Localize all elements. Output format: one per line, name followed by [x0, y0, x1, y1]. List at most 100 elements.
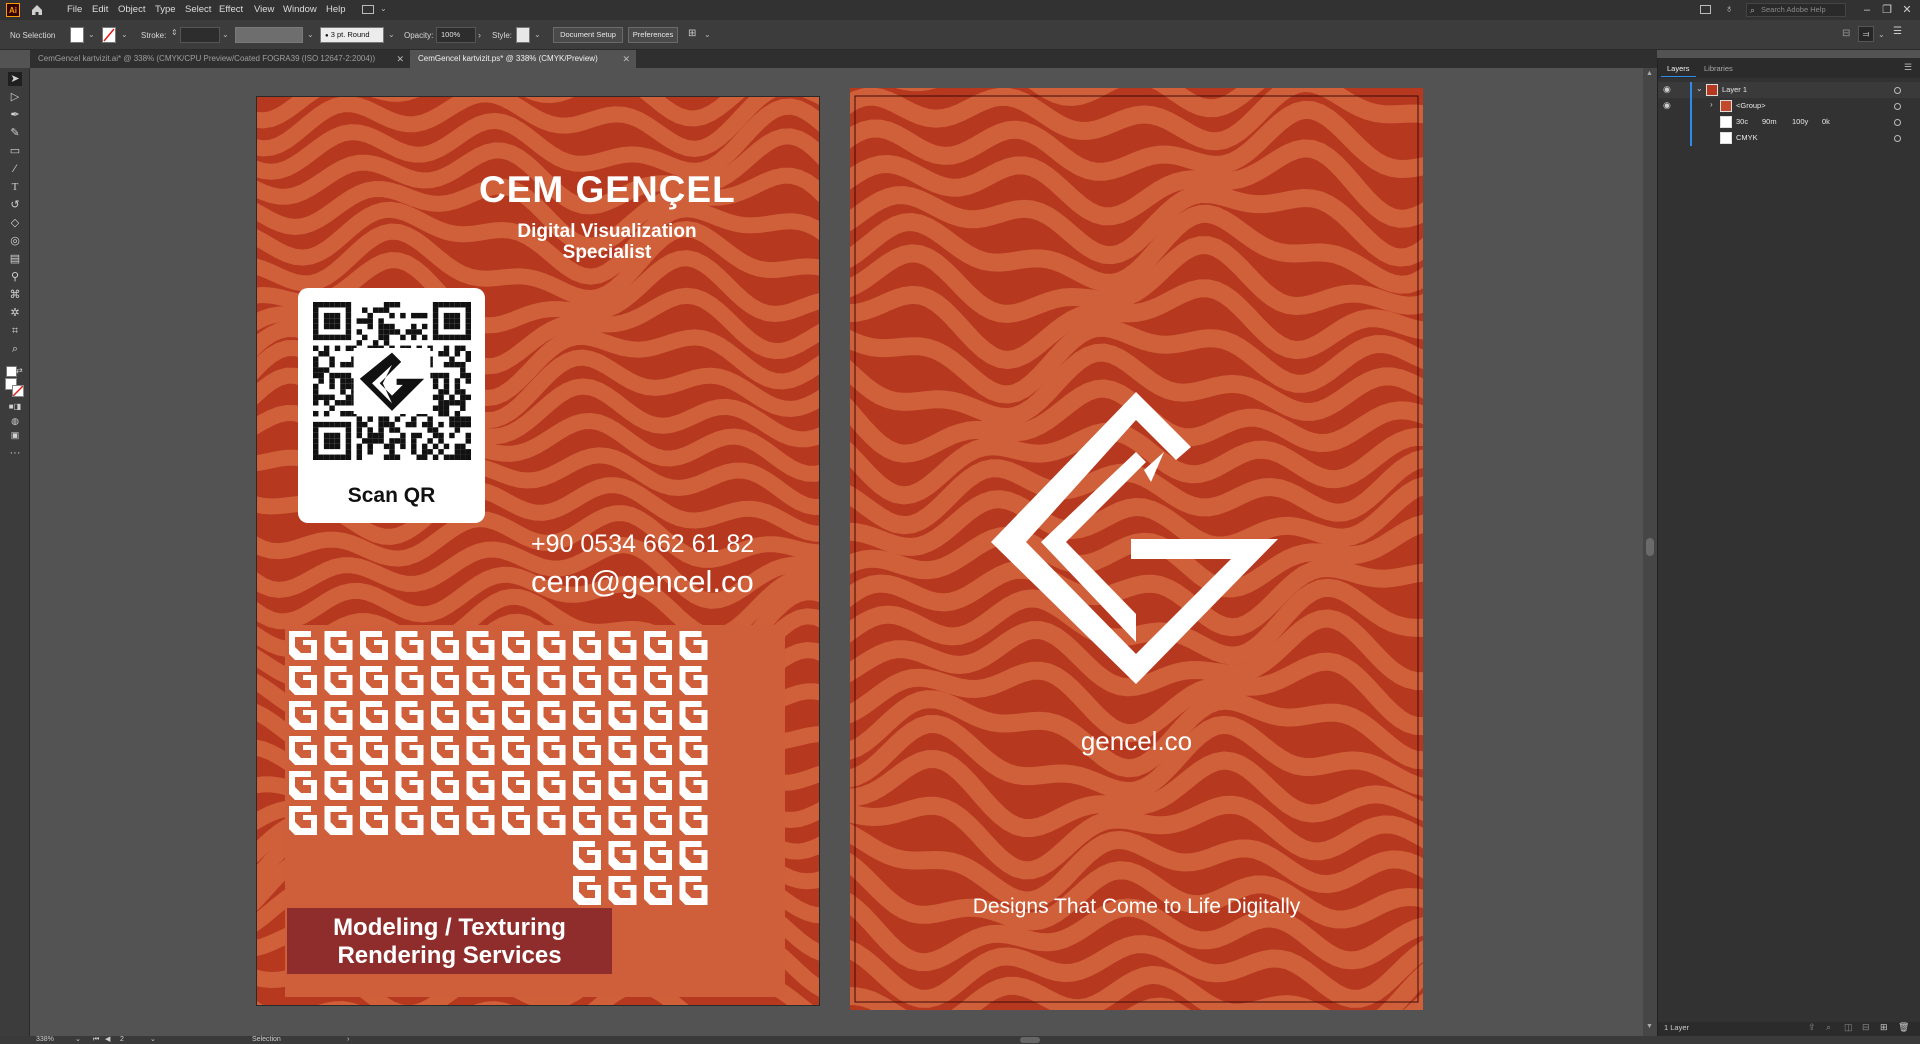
close-icon[interactable]: ✕ [622, 50, 630, 68]
chevron-down-icon[interactable]: ⌄ [222, 30, 229, 39]
layer-name[interactable]: <Group> [1736, 98, 1766, 114]
chevron-down-icon[interactable]: ⌄ [1878, 30, 1885, 39]
layer-row-cmyk[interactable]: CMYK [1658, 130, 1920, 146]
tab-libraries[interactable]: Libraries [1698, 62, 1739, 76]
color-mode-icon[interactable]: ■◨ [8, 400, 22, 414]
eye-icon[interactable]: ◉ [1663, 84, 1671, 95]
locate-object-icon[interactable]: ⌕ [1826, 1022, 1831, 1033]
align-icon[interactable]: ⊞ [688, 28, 696, 39]
chevron-right-icon[interactable]: › [347, 1036, 349, 1044]
zoom-tool-icon[interactable]: ⌕ [8, 342, 22, 356]
chevron-down-icon[interactable]: ⌄ [75, 1036, 81, 1044]
horizontal-scroll-thumb[interactable] [1020, 1037, 1040, 1043]
graphic-style-swatch[interactable] [516, 27, 530, 43]
chevron-right-icon[interactable]: › [1710, 100, 1713, 109]
selection-tool-icon[interactable]: ➤ [8, 72, 22, 86]
align-to-icon[interactable]: ⫤ [1858, 26, 1874, 42]
artboard-tool-icon[interactable]: ⌗ [8, 324, 22, 338]
layer-name[interactable]: CMYK [1736, 130, 1758, 146]
panel-menu-icon[interactable]: ☰ [1904, 62, 1912, 73]
stroke-stepper-icon[interactable]: ⇕ [171, 28, 178, 37]
blend-tool-icon[interactable]: ⌘ [8, 288, 22, 302]
chevron-down-icon[interactable]: ⌄ [704, 30, 711, 39]
prev-artboard-icon[interactable]: ◀ [105, 1036, 110, 1044]
chevron-down-icon[interactable]: ⌄ [150, 1036, 156, 1044]
chevron-down-icon[interactable]: ⌄ [307, 30, 314, 39]
rectangle-tool-icon[interactable]: ▭ [8, 144, 22, 158]
close-icon[interactable]: ✕ [1900, 3, 1914, 17]
home-icon[interactable] [30, 3, 44, 17]
minimize-icon[interactable]: – [1860, 3, 1874, 17]
stroke-swatch[interactable] [102, 27, 116, 43]
menu-view[interactable]: View [254, 4, 274, 15]
shape-builder-tool-icon[interactable]: ◎ [8, 234, 22, 248]
lightbulb-icon[interactable]: ♁ [1725, 3, 1733, 15]
paintbrush-tool-icon[interactable]: ⁄ [8, 162, 22, 176]
layer-row-group[interactable]: ◉ › <Group> [1658, 98, 1920, 114]
swap-colors-icon[interactable]: ⇄ [16, 366, 23, 375]
more-tools-icon[interactable]: ··· [8, 446, 22, 460]
scroll-down-icon[interactable]: ▼ [1646, 1023, 1653, 1030]
menu-edit[interactable]: Edit [92, 4, 108, 15]
target-icon[interactable] [1894, 87, 1901, 94]
opacity-input[interactable]: 100% [436, 27, 476, 43]
export-icon[interactable]: ⇪ [1808, 1022, 1816, 1033]
delete-icon[interactable]: 🗑 [1898, 1022, 1909, 1033]
zoom-level[interactable]: 338% [36, 1036, 54, 1044]
menu-effect[interactable]: Effect [219, 4, 243, 15]
layer-name[interactable]: 30c [1736, 114, 1748, 130]
clipping-mask-icon[interactable]: ◫ [1844, 1022, 1853, 1033]
help-search-field[interactable]: ⌕ Search Adobe Help [1746, 3, 1846, 17]
menu-window[interactable]: Window [283, 4, 317, 15]
stroke-weight-input[interactable] [180, 27, 220, 43]
chevron-down-icon[interactable]: ⌄ [1696, 84, 1703, 93]
target-icon[interactable] [1894, 119, 1901, 126]
artboard-number[interactable]: 2 [120, 1036, 124, 1044]
artboard-back[interactable]: gencel.co Designs That Come to Life Digi… [850, 88, 1423, 1010]
curvature-tool-icon[interactable]: ✎ [8, 126, 22, 140]
draw-mode-icon[interactable]: ◍ [8, 414, 22, 428]
close-icon[interactable]: ✕ [396, 50, 404, 68]
tab-layers[interactable]: Layers [1661, 62, 1696, 77]
document-setup-button[interactable]: Document Setup [553, 27, 623, 43]
artboard-front[interactable]: CEM GENÇEL Digital Visualization Special… [256, 96, 820, 1006]
stroke-swatch-large[interactable] [12, 385, 24, 397]
tab-document-ai[interactable]: CemGencel kartvizit.ai* @ 338% (CMYK/CPU… [30, 50, 410, 68]
workspace-switcher-icon[interactable] [362, 5, 374, 14]
menu-help[interactable]: Help [326, 4, 346, 15]
gradient-tool-icon[interactable]: ▤ [8, 252, 22, 266]
chevron-down-icon[interactable]: ⌄ [388, 30, 395, 39]
panel-menu-icon[interactable]: ☰ [1893, 26, 1902, 37]
eye-icon[interactable]: ◉ [1663, 100, 1671, 111]
first-artboard-icon[interactable]: ⏮ [93, 1036, 99, 1044]
distribute-icon[interactable]: ⊟ [1842, 28, 1850, 39]
chevron-down-icon[interactable]: ⌄ [380, 4, 387, 13]
eraser-tool-icon[interactable]: ◇ [8, 216, 22, 230]
restore-icon[interactable]: ❐ [1880, 3, 1894, 17]
direct-selection-tool-icon[interactable]: ▷ [8, 90, 22, 104]
rotate-tool-icon[interactable]: ↺ [8, 198, 22, 212]
layer-row-color-text[interactable]: 30c 90m 100y 0k [1658, 114, 1920, 130]
tab-document-ps[interactable]: CemGencel kartvizit.ps* @ 338% (CMYK/Pre… [410, 50, 636, 68]
chevron-right-icon[interactable]: › [478, 30, 481, 40]
screen-mode-icon[interactable]: ▣ [8, 428, 22, 442]
symbol-sprayer-tool-icon[interactable]: ✲ [8, 306, 22, 320]
menu-file[interactable]: File [67, 4, 82, 15]
chevron-down-icon[interactable]: ⌄ [88, 30, 95, 39]
scroll-up-icon[interactable]: ▲ [1646, 70, 1653, 77]
scroll-thumb[interactable] [1646, 538, 1654, 556]
target-icon[interactable] [1894, 135, 1901, 142]
chevron-down-icon[interactable]: ⌄ [121, 30, 128, 39]
menu-object[interactable]: Object [118, 4, 145, 15]
preferences-button[interactable]: Preferences [628, 27, 678, 43]
pen-tool-icon[interactable]: ✒ [8, 108, 22, 122]
arrange-documents-icon[interactable] [1700, 5, 1711, 14]
eyedropper-tool-icon[interactable]: ⚲ [8, 270, 22, 284]
fill-swatch[interactable] [70, 27, 84, 43]
chevron-down-icon[interactable]: ⌄ [534, 30, 541, 39]
layer-row-layer1[interactable]: ◉ ⌄ Layer 1 [1658, 82, 1920, 98]
type-tool-icon[interactable]: T [8, 180, 22, 194]
menu-select[interactable]: Select [185, 4, 211, 15]
new-layer-icon[interactable]: ⊞ [1880, 1022, 1888, 1033]
variable-width-profile[interactable] [235, 27, 303, 43]
